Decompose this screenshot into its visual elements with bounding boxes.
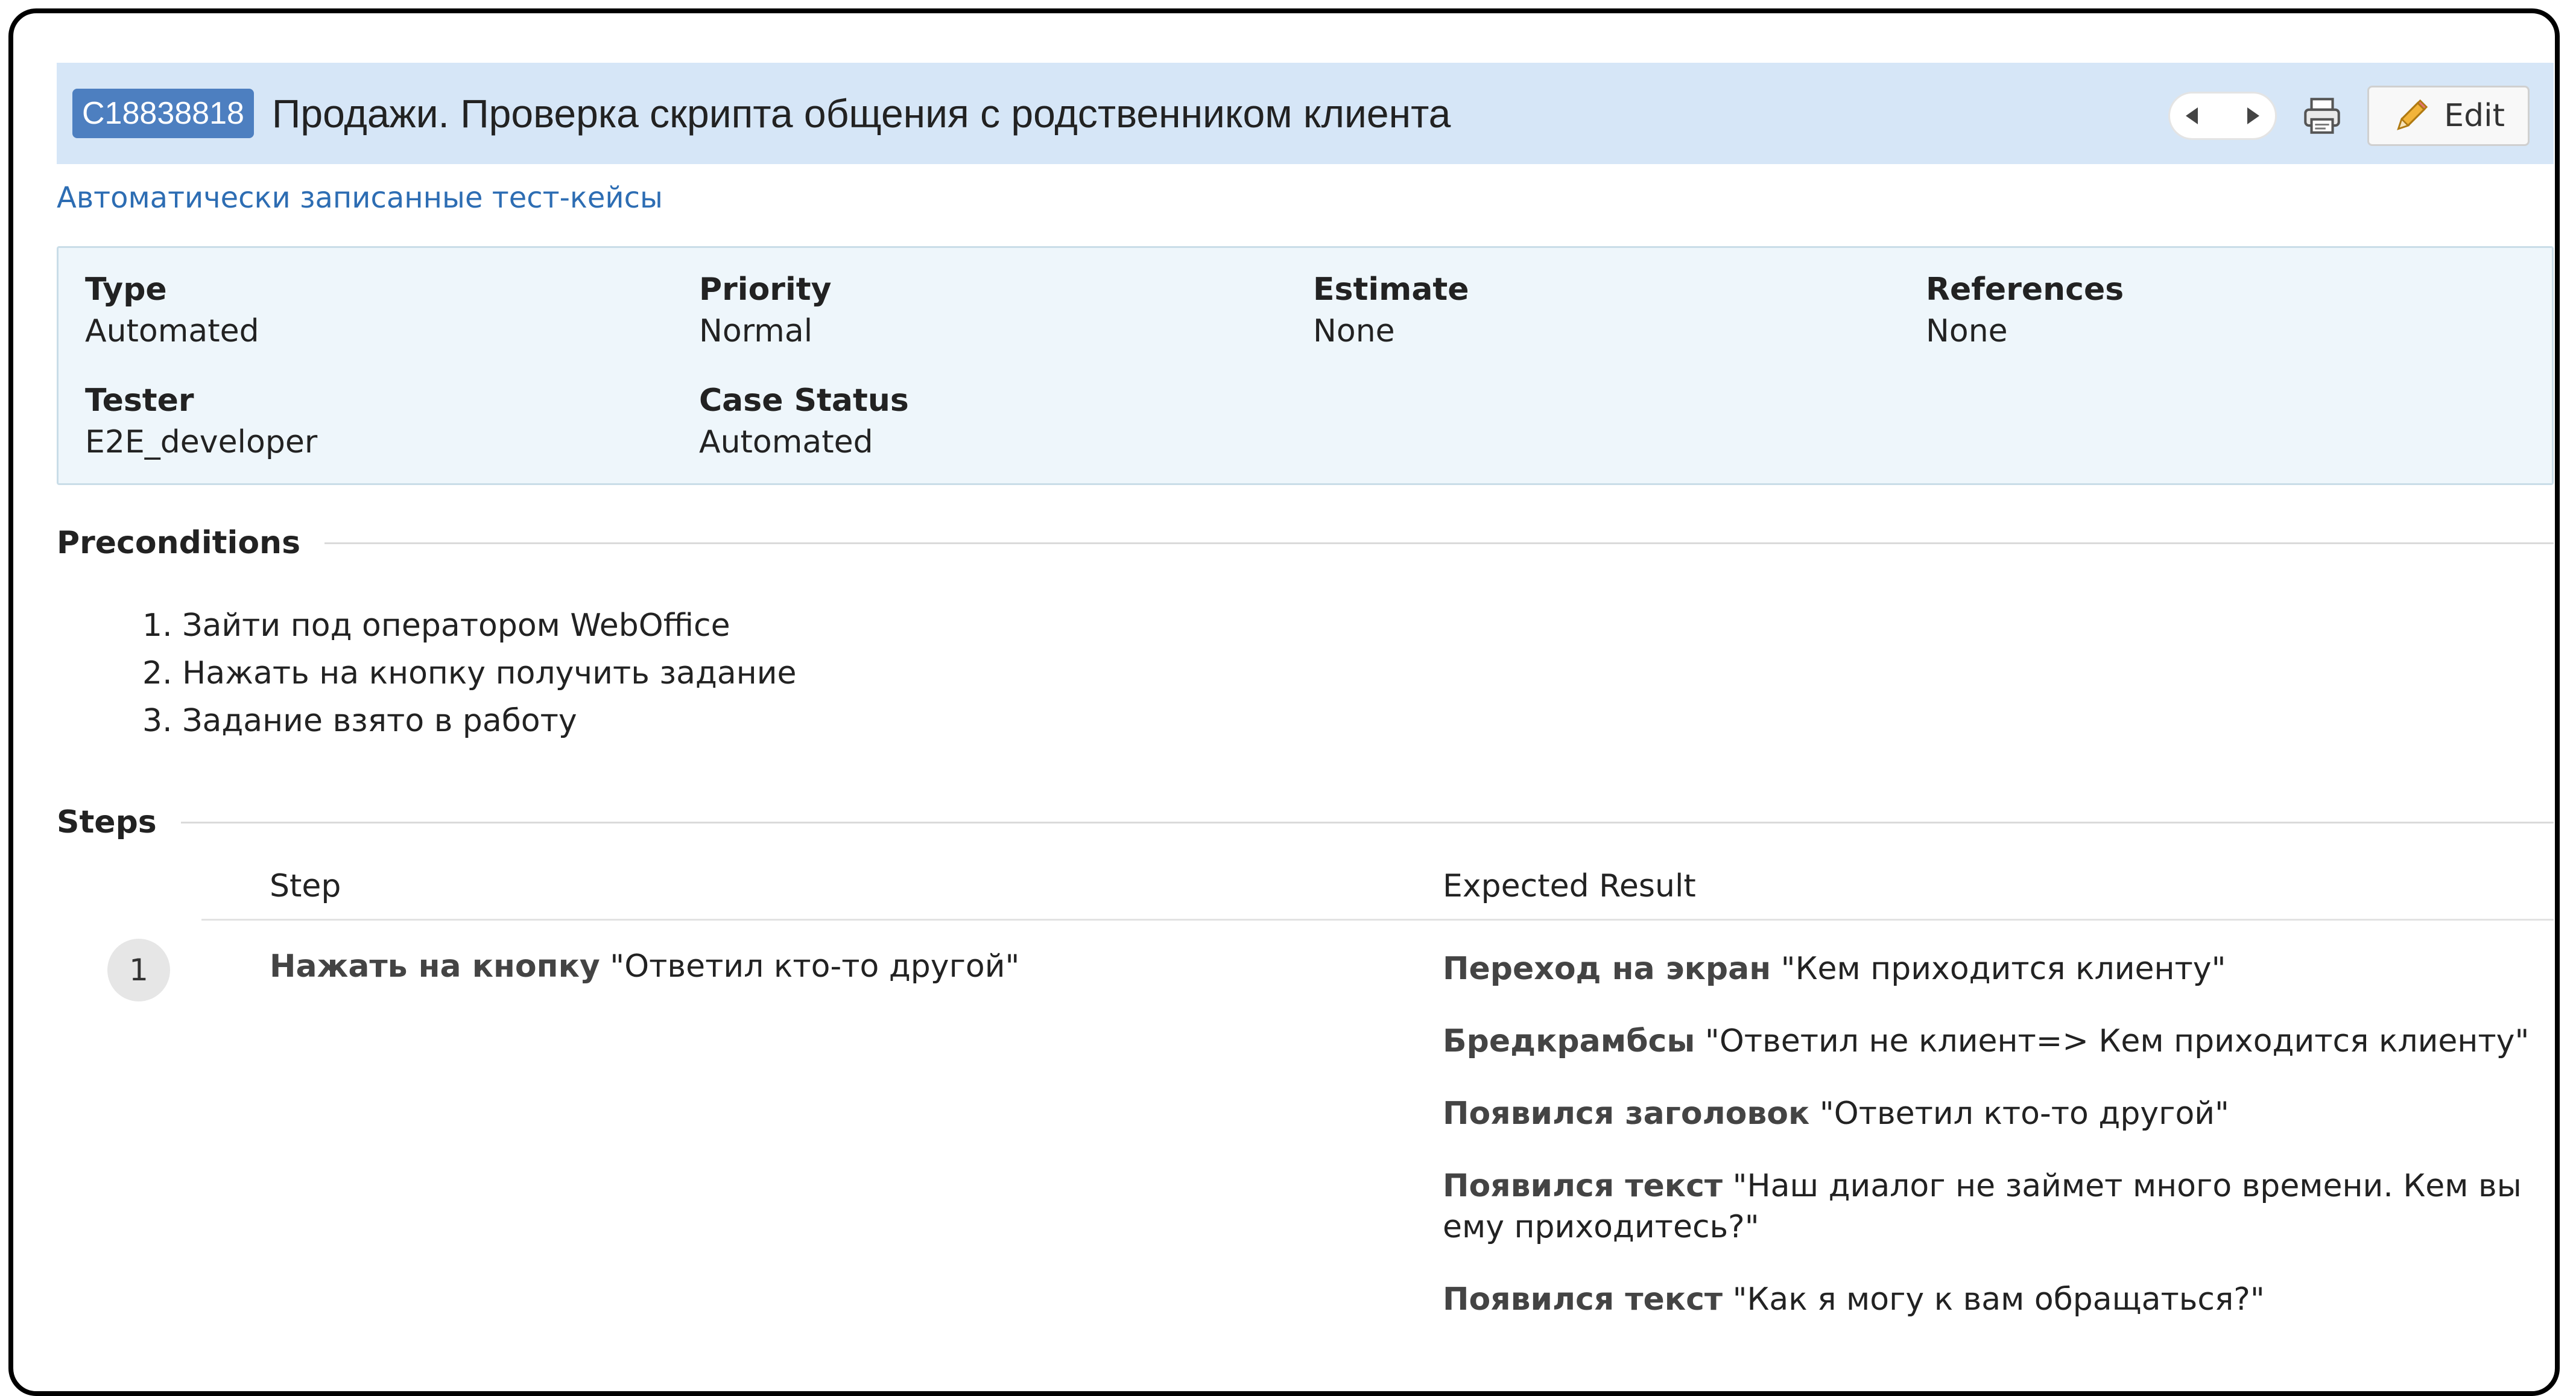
expected-item: Бредкрамбсы "Ответил не клиент=> Кем при… (1443, 1021, 2552, 1062)
case-id-badge[interactable]: C18838818 (72, 89, 254, 138)
expected-detail: "Ответил кто-то другой" (1809, 1096, 2229, 1132)
expected-item: Появился текст "Наш диалог не займет мно… (1443, 1166, 2552, 1248)
divider (180, 821, 2554, 823)
expected-keyword: Переход на экран (1443, 951, 1771, 987)
step-number: 1 (107, 939, 170, 1001)
prop-label: Estimate (1313, 271, 1469, 308)
prop-value: None (1926, 313, 2008, 349)
prop-tester: Tester E2E_developer (85, 381, 688, 464)
edit-button-label: Edit (2444, 98, 2505, 134)
expected-keyword: Бредкрамбсы (1443, 1023, 1695, 1059)
steps-table-header: Step Expected Result (201, 846, 2554, 921)
prop-value: Automated (699, 424, 873, 460)
printer-icon[interactable] (2301, 95, 2343, 137)
prop-references: References None (1926, 270, 2529, 353)
prop-estimate: Estimate None (1313, 270, 1916, 353)
expected-item: Переход на экран "Кем приходится клиенту… (1443, 948, 2552, 989)
column-header-expected: Expected Result (1443, 868, 1696, 904)
prop-value: Automated (85, 313, 259, 349)
step-keyword: Нажать на кнопку (270, 948, 600, 985)
expected-detail: "Кем приходится клиенту" (1771, 951, 2226, 987)
preconditions-list: 1. Зайти под оператором WebOffice 2. Наж… (142, 602, 2554, 745)
step-text: Нажать на кнопку "Ответил кто-то другой" (270, 948, 1019, 985)
column-header-step: Step (270, 868, 341, 904)
triangle-right-icon[interactable] (2247, 107, 2260, 124)
expected-item: Появился заголовок "Ответил кто-то друго… (1443, 1093, 2552, 1134)
header-actions: Edit (2168, 86, 2530, 146)
prop-type: Type Automated (85, 270, 688, 353)
case-header: C18838818 Продажи. Проверка скрипта обще… (57, 63, 2554, 164)
prop-label: Tester (85, 382, 194, 419)
divider (324, 542, 2554, 544)
prop-value: Normal (699, 313, 813, 349)
expected-keyword: Появился заголовок (1443, 1096, 1810, 1132)
prop-label: Type (85, 271, 167, 308)
expected-keyword: Появился текст (1443, 1281, 1723, 1318)
list-item: 1. Зайти под оператором WebOffice (142, 608, 730, 644)
expected-item: Появился текст "Как я могу к вам обращат… (1443, 1279, 2552, 1320)
prop-value: E2E_developer (85, 424, 318, 460)
step-detail: "Ответил кто-то другой" (600, 948, 1020, 985)
pager (2168, 92, 2277, 140)
expected-detail: "Ответил не клиент=> Кем приходится клие… (1695, 1023, 2530, 1059)
page-title: Продажи. Проверка скрипта общения с родс… (271, 91, 1451, 136)
expected-detail: "Как я могу к вам обращаться?" (1723, 1281, 2265, 1318)
section-title: Preconditions (57, 525, 325, 561)
pencil-icon (2397, 99, 2428, 130)
triangle-left-icon[interactable] (2186, 107, 2198, 124)
expected-keyword: Появился текст (1443, 1168, 1723, 1204)
prop-label: Case Status (699, 382, 909, 419)
test-case-view: C18838818 Продажи. Проверка скрипта обще… (57, 63, 2554, 1318)
prop-label: Priority (699, 271, 832, 308)
steps-heading: Steps (57, 798, 2554, 846)
list-item: 3. Задание взято в работу (142, 703, 577, 739)
prop-value: None (1313, 313, 1395, 349)
section-title: Steps (57, 804, 181, 840)
prop-priority: Priority Normal (699, 270, 1302, 353)
properties-panel: Type Automated Priority Normal Estimate … (57, 246, 2554, 485)
prop-case-status: Case Status Automated (699, 381, 1302, 464)
edit-button[interactable]: Edit (2367, 86, 2530, 146)
window-frame: C18838818 Продажи. Проверка скрипта обще… (8, 8, 2560, 1396)
prop-label: References (1926, 271, 2124, 308)
expected-results: Переход на экран "Кем приходится клиенту… (1443, 948, 2552, 1351)
list-item: 2. Нажать на кнопку получить задание (142, 655, 797, 691)
section-link[interactable]: Автоматически записанные тест-кейсы (57, 179, 2554, 217)
preconditions-heading: Preconditions (57, 519, 2554, 567)
